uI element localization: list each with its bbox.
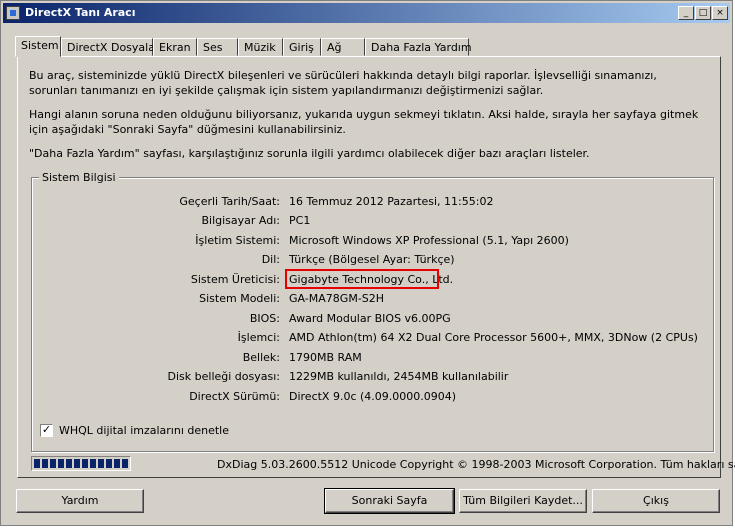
tab-sistem[interactable]: Sistem	[15, 36, 61, 57]
tab-muzik[interactable]: Müzik	[238, 38, 283, 56]
app-icon	[6, 6, 20, 20]
row-value-computer-name: PC1	[289, 214, 311, 227]
tab-daha-fazla-yardim[interactable]: Daha Fazla Yardım	[365, 38, 472, 56]
row-label-os: İşletim Sistemi:	[195, 234, 280, 247]
intro-paragraph-3: "Daha Fazla Yardım" sayfası, karşılaştığ…	[29, 147, 590, 160]
save-all-info-button[interactable]: Tüm Bilgileri Kaydet...	[459, 489, 587, 513]
row-label-model: Sistem Modeli:	[199, 292, 280, 305]
row-value-page-file: 1229MB kullanıldı, 2454MB kullanılabilir	[289, 370, 509, 383]
row-label-language: Dil:	[261, 253, 280, 266]
row-label-computer-name: Bilgisayar Adı:	[201, 214, 280, 227]
next-page-button[interactable]: Sonraki Sayfa	[324, 488, 455, 514]
row-label-bios: BIOS:	[249, 312, 280, 325]
progress-bar-fill	[34, 459, 128, 468]
row-label-page-file: Disk belleği dosyası:	[167, 370, 280, 383]
dxdiag-window: DirectX Tanı Aracı _ □ × Sistem DirectX Do…	[0, 0, 735, 526]
window-title: DirectX Tanı Aracı	[25, 6, 136, 19]
title-bar[interactable]: DirectX Tanı Aracı _ □ ×	[3, 3, 730, 23]
exit-button[interactable]: Çıkış	[592, 489, 720, 513]
tab-giris[interactable]: Giriş	[283, 38, 321, 56]
row-value-memory: 1790MB RAM	[289, 351, 362, 364]
row-label-processor: İşlemci:	[237, 331, 280, 344]
row-value-model: GA-MA78GM-S2H	[289, 292, 385, 305]
progress-bar	[31, 456, 131, 471]
help-button[interactable]: Yardım	[16, 489, 144, 513]
maximize-button[interactable]: □	[695, 6, 711, 20]
minimize-button[interactable]: _	[678, 6, 694, 20]
whql-checkbox-label[interactable]: WHQL dijital imzalarını denetle	[59, 424, 229, 437]
row-value-processor: AMD Athlon(tm) 64 X2 Dual Core Processor…	[289, 331, 698, 344]
system-info-title: Sistem Bilgisi	[39, 171, 119, 184]
window-controls: _ □ ×	[677, 5, 728, 20]
tab-ag[interactable]: Ağ	[321, 38, 365, 56]
intro-paragraph-1: Bu araç, sisteminizde yüklü DirectX bile…	[29, 69, 657, 97]
row-label-date: Geçerli Tarih/Saat:	[179, 195, 280, 208]
status-text: DxDiag 5.03.2600.5512 Unicode Copyright …	[217, 458, 735, 471]
tab-ekran[interactable]: Ekran	[153, 38, 197, 56]
row-label-directx-version: DirectX Sürümü:	[189, 390, 280, 403]
row-value-bios: Award Modular BIOS v6.00PG	[289, 312, 451, 325]
close-button[interactable]: ×	[712, 6, 728, 20]
row-value-directx-version: DirectX 9.0c (4.09.0000.0904)	[289, 390, 457, 403]
row-label-memory: Bellek:	[242, 351, 280, 364]
row-value-language: Türkçe (Bölgesel Ayar: Türkçe)	[289, 253, 455, 266]
row-label-manufacturer: Sistem Üreticisi:	[190, 273, 280, 286]
row-value-date: 16 Temmuz 2012 Pazartesi, 11:55:02	[289, 195, 494, 208]
manufacturer-highlight-box	[285, 269, 439, 289]
whql-checkbox[interactable]: ✓	[40, 424, 53, 437]
intro-paragraph-2: Hangi alanın soruna neden olduğunu biliy…	[29, 108, 699, 136]
row-value-os: Microsoft Windows XP Professional (5.1, …	[289, 234, 569, 247]
tab-ses[interactable]: Ses	[197, 38, 238, 56]
tab-directx-dosyalari[interactable]: DirectX Dosyaları	[61, 38, 163, 56]
